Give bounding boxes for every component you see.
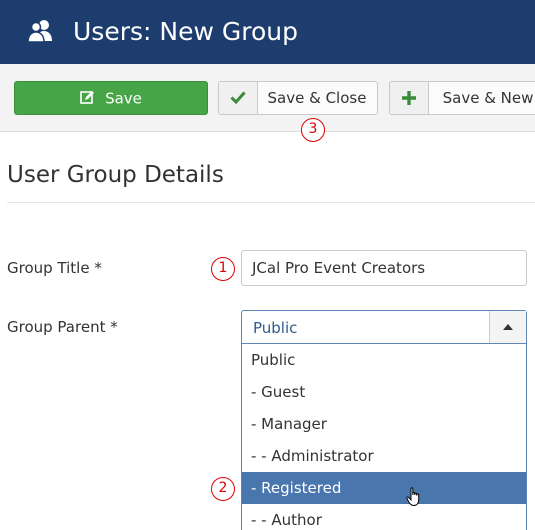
save-close-label: Save & Close	[267, 89, 367, 107]
page-title: Users: New Group	[73, 17, 298, 46]
section-divider	[7, 202, 535, 203]
section-title: User Group Details	[7, 162, 224, 188]
dropdown-option-author[interactable]: - - Author	[242, 504, 526, 530]
callout-marker-3: 3	[301, 118, 325, 142]
users-icon	[27, 20, 52, 43]
save-new-label: Save & New	[442, 89, 534, 107]
callout-marker-2: 2	[211, 477, 235, 501]
dropdown-option-registered[interactable]: - Registered	[242, 472, 526, 504]
group-title-input[interactable]: JCal Pro Event Creators	[241, 250, 527, 286]
save-new-button[interactable]: Save & New	[389, 81, 535, 115]
plus-icon-box	[390, 82, 429, 114]
dropdown-toggle[interactable]	[489, 311, 526, 343]
dropdown-option-manager[interactable]: - Manager	[242, 408, 526, 440]
edit-icon	[80, 90, 95, 104]
save-button-label: Save	[105, 89, 142, 108]
page-header: Users: New Group	[0, 0, 535, 64]
dropdown-option-administrator[interactable]: - - Administrator	[242, 440, 526, 472]
check-icon-box	[219, 82, 258, 114]
group-title-label: Group Title *	[7, 259, 102, 277]
hand-cursor-icon	[406, 487, 420, 507]
dropdown-option-public[interactable]: Public	[242, 344, 526, 376]
group-parent-dropdown: Public - Guest - Manager - - Administrat…	[241, 344, 527, 530]
callout-marker-1: 1	[211, 257, 235, 281]
group-parent-label: Group Parent *	[7, 318, 118, 336]
chevron-up-icon	[503, 324, 513, 330]
toolbar: Save Save & Close Save & New	[0, 64, 535, 132]
group-parent-selected-value: Public	[253, 319, 298, 337]
dropdown-option-guest[interactable]: - Guest	[242, 376, 526, 408]
save-close-button[interactable]: Save & Close	[218, 81, 378, 115]
check-icon	[230, 91, 246, 105]
group-parent-select[interactable]: Public	[241, 310, 527, 344]
plus-icon	[402, 91, 416, 105]
save-button[interactable]: Save	[14, 81, 208, 115]
